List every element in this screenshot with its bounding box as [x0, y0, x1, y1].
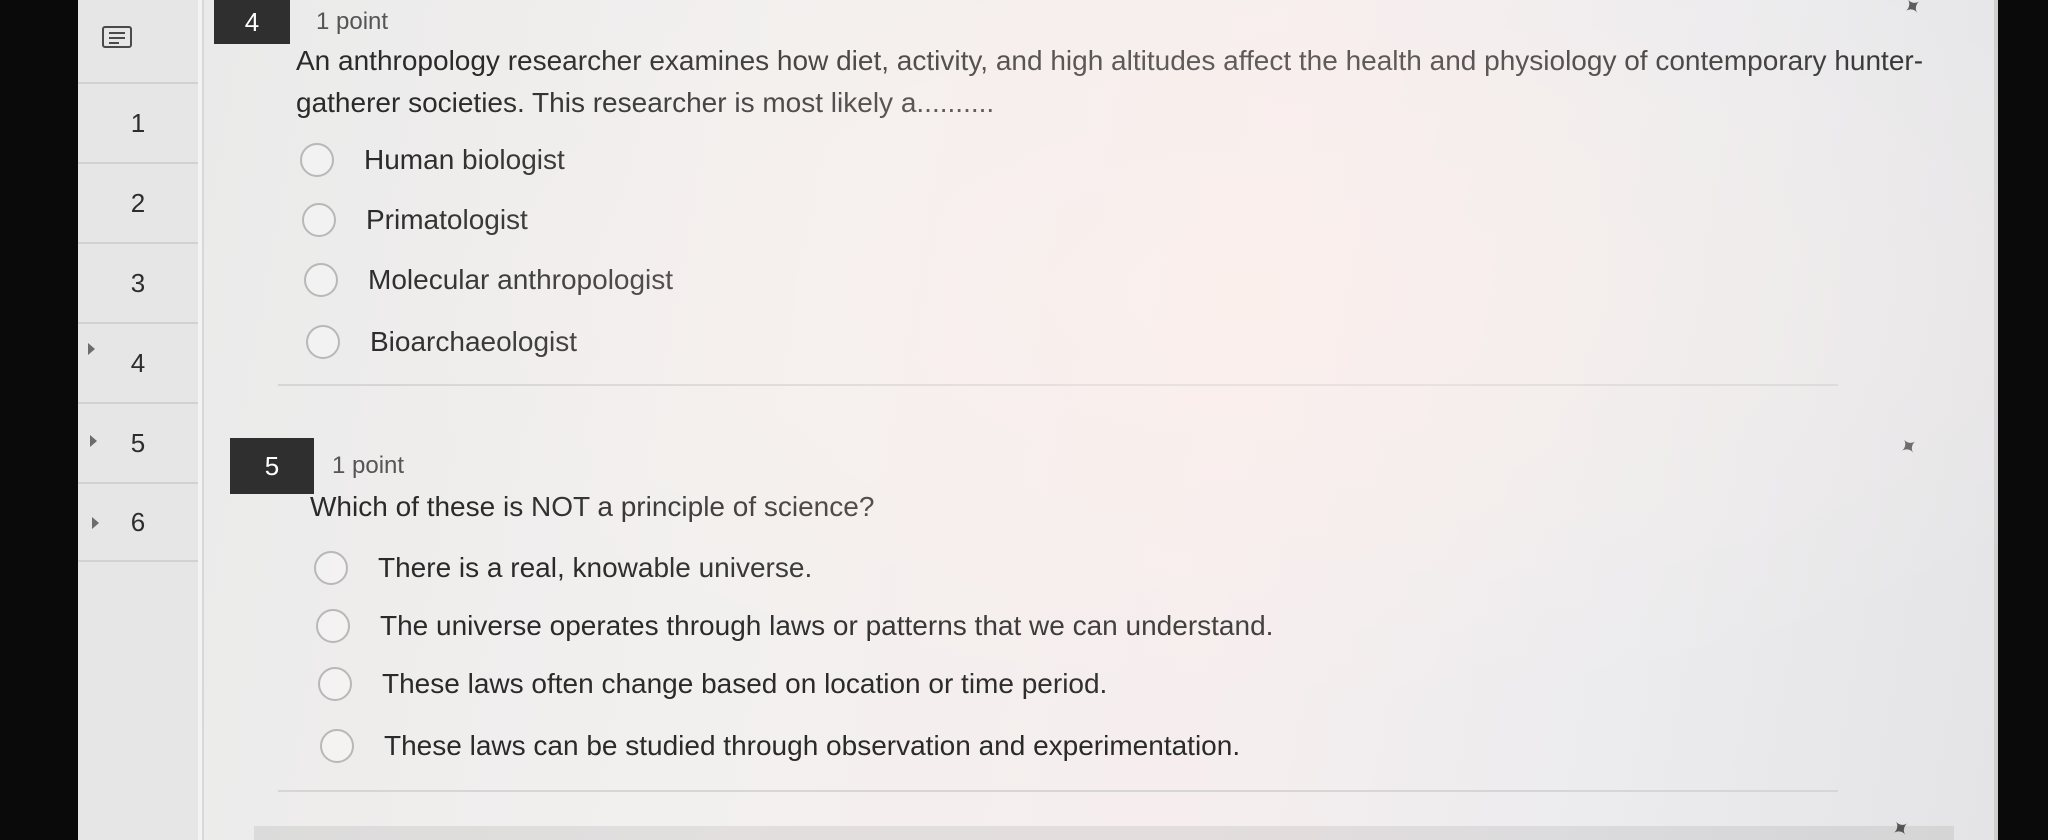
question-number-badge: 4	[214, 0, 290, 44]
navigator-divider	[198, 0, 204, 840]
question-points: 1 point	[332, 452, 405, 479]
answer-option[interactable]: These laws often change based on locatio…	[318, 662, 1107, 706]
answer-label: There is a real, knowable universe.	[378, 552, 813, 583]
question-number: 5	[264, 450, 280, 481]
answer-label: These laws often change based on locatio…	[382, 668, 1108, 699]
list-icon[interactable]	[102, 26, 132, 48]
answer-option[interactable]: Human biologist	[300, 138, 565, 182]
radio-button[interactable]	[318, 667, 352, 701]
radio-button[interactable]	[314, 551, 348, 585]
answer-label: Molecular anthropologist	[368, 264, 674, 295]
nav-item-label: 2	[130, 187, 146, 218]
question-number-badge: 5	[230, 438, 314, 494]
answered-marker	[90, 435, 97, 447]
nav-item-label: 3	[130, 267, 146, 298]
radio-button[interactable]	[320, 729, 354, 763]
answer-label: Human biologist	[364, 144, 565, 175]
answer-option[interactable]: There is a real, knowable universe.	[314, 546, 812, 590]
answer-option[interactable]: The universe operates through laws or pa…	[316, 604, 1273, 648]
answer-option[interactable]: Primatologist	[302, 198, 528, 242]
radio-button[interactable]	[304, 263, 338, 297]
answer-label: Primatologist	[366, 204, 528, 235]
question-navigator: 1 2 3 4 5 6	[78, 0, 200, 840]
radio-button[interactable]	[300, 143, 334, 177]
question-separator	[278, 790, 1838, 792]
quiz-screen: 1 2 3 4 5 6 4 1 point ✦ An anthropology …	[78, 0, 1998, 840]
answer-label: These laws can be studied through observ…	[384, 730, 1241, 761]
nav-item-label: 5	[130, 427, 146, 458]
question-text-line: gatherer societies. This researcher is m…	[296, 87, 995, 118]
nav-item-question-2[interactable]: 2	[78, 162, 198, 242]
answered-marker	[88, 343, 95, 355]
question-number: 4	[244, 6, 260, 37]
nav-item-question-4[interactable]: 4	[78, 322, 198, 402]
answered-marker	[92, 517, 99, 529]
nav-item-label: 4	[130, 347, 146, 378]
bottom-edge	[254, 826, 1954, 840]
question-points: 1 point	[316, 8, 389, 35]
answer-option[interactable]: Bioarchaeologist	[306, 320, 577, 364]
pin-icon[interactable]: ✦	[1894, 431, 1924, 463]
question-text-line: An anthropology researcher examines how …	[296, 45, 1924, 76]
question-text: Which of these is NOT a principle of sci…	[310, 491, 875, 522]
answer-label: Bioarchaeologist	[370, 326, 578, 357]
nav-item-question-1[interactable]: 1	[78, 82, 198, 162]
radio-button[interactable]	[306, 325, 340, 359]
question-separator	[278, 384, 1838, 386]
nav-item-label: 6	[130, 506, 146, 537]
question-text: An anthropology researcher examines how …	[296, 40, 1986, 124]
radio-button[interactable]	[316, 609, 350, 643]
radio-button[interactable]	[302, 203, 336, 237]
answer-label: The universe operates through laws or pa…	[380, 610, 1274, 641]
answer-option[interactable]: Molecular anthropologist	[304, 258, 673, 302]
screen-bezel-edge	[1994, 0, 1998, 840]
pin-icon[interactable]: ✦	[1898, 0, 1928, 23]
nav-item-label: 1	[130, 107, 146, 138]
answer-option[interactable]: These laws can be studied through observ…	[320, 724, 1240, 768]
nav-item-question-3[interactable]: 3	[78, 242, 198, 322]
